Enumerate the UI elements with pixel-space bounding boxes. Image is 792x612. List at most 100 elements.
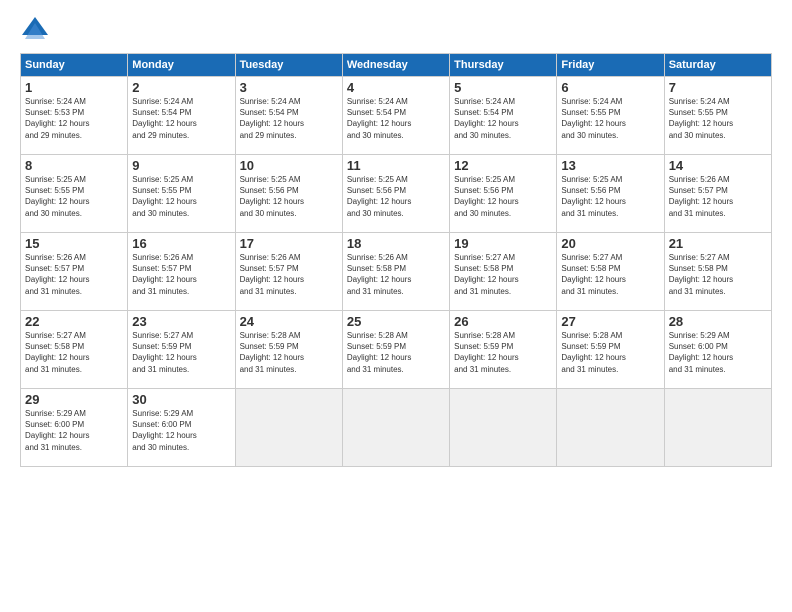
table-row bbox=[557, 389, 664, 467]
table-row: 12Sunrise: 5:25 AM Sunset: 5:56 PM Dayli… bbox=[450, 155, 557, 233]
day-number: 10 bbox=[240, 158, 338, 173]
table-row: 25Sunrise: 5:28 AM Sunset: 5:59 PM Dayli… bbox=[342, 311, 449, 389]
col-friday: Friday bbox=[557, 54, 664, 77]
day-number: 23 bbox=[132, 314, 230, 329]
table-row: 13Sunrise: 5:25 AM Sunset: 5:56 PM Dayli… bbox=[557, 155, 664, 233]
day-info: Sunrise: 5:24 AM Sunset: 5:55 PM Dayligh… bbox=[561, 96, 659, 141]
day-info: Sunrise: 5:28 AM Sunset: 5:59 PM Dayligh… bbox=[454, 330, 552, 375]
col-saturday: Saturday bbox=[664, 54, 771, 77]
table-row: 6Sunrise: 5:24 AM Sunset: 5:55 PM Daylig… bbox=[557, 77, 664, 155]
day-number: 3 bbox=[240, 80, 338, 95]
day-info: Sunrise: 5:27 AM Sunset: 5:58 PM Dayligh… bbox=[454, 252, 552, 297]
day-info: Sunrise: 5:24 AM Sunset: 5:53 PM Dayligh… bbox=[25, 96, 123, 141]
table-row: 10Sunrise: 5:25 AM Sunset: 5:56 PM Dayli… bbox=[235, 155, 342, 233]
table-row: 22Sunrise: 5:27 AM Sunset: 5:58 PM Dayli… bbox=[21, 311, 128, 389]
day-info: Sunrise: 5:29 AM Sunset: 6:00 PM Dayligh… bbox=[25, 408, 123, 453]
day-info: Sunrise: 5:26 AM Sunset: 5:57 PM Dayligh… bbox=[25, 252, 123, 297]
day-number: 19 bbox=[454, 236, 552, 251]
logo bbox=[20, 15, 54, 45]
day-info: Sunrise: 5:25 AM Sunset: 5:56 PM Dayligh… bbox=[454, 174, 552, 219]
day-number: 26 bbox=[454, 314, 552, 329]
day-info: Sunrise: 5:26 AM Sunset: 5:57 PM Dayligh… bbox=[240, 252, 338, 297]
table-row: 23Sunrise: 5:27 AM Sunset: 5:59 PM Dayli… bbox=[128, 311, 235, 389]
day-number: 20 bbox=[561, 236, 659, 251]
table-row: 5Sunrise: 5:24 AM Sunset: 5:54 PM Daylig… bbox=[450, 77, 557, 155]
table-row: 20Sunrise: 5:27 AM Sunset: 5:58 PM Dayli… bbox=[557, 233, 664, 311]
table-row bbox=[450, 389, 557, 467]
table-row bbox=[664, 389, 771, 467]
day-info: Sunrise: 5:25 AM Sunset: 5:56 PM Dayligh… bbox=[561, 174, 659, 219]
table-row: 15Sunrise: 5:26 AM Sunset: 5:57 PM Dayli… bbox=[21, 233, 128, 311]
day-number: 5 bbox=[454, 80, 552, 95]
day-info: Sunrise: 5:28 AM Sunset: 5:59 PM Dayligh… bbox=[561, 330, 659, 375]
day-info: Sunrise: 5:28 AM Sunset: 5:59 PM Dayligh… bbox=[240, 330, 338, 375]
day-number: 24 bbox=[240, 314, 338, 329]
day-number: 7 bbox=[669, 80, 767, 95]
table-row: 18Sunrise: 5:26 AM Sunset: 5:58 PM Dayli… bbox=[342, 233, 449, 311]
col-wednesday: Wednesday bbox=[342, 54, 449, 77]
table-row: 7Sunrise: 5:24 AM Sunset: 5:55 PM Daylig… bbox=[664, 77, 771, 155]
day-number: 2 bbox=[132, 80, 230, 95]
day-number: 6 bbox=[561, 80, 659, 95]
day-number: 28 bbox=[669, 314, 767, 329]
table-row bbox=[235, 389, 342, 467]
table-row: 3Sunrise: 5:24 AM Sunset: 5:54 PM Daylig… bbox=[235, 77, 342, 155]
col-thursday: Thursday bbox=[450, 54, 557, 77]
day-number: 27 bbox=[561, 314, 659, 329]
table-row: 4Sunrise: 5:24 AM Sunset: 5:54 PM Daylig… bbox=[342, 77, 449, 155]
page: Sunday Monday Tuesday Wednesday Thursday… bbox=[0, 0, 792, 612]
header bbox=[20, 15, 772, 45]
day-info: Sunrise: 5:28 AM Sunset: 5:59 PM Dayligh… bbox=[347, 330, 445, 375]
day-info: Sunrise: 5:24 AM Sunset: 5:54 PM Dayligh… bbox=[454, 96, 552, 141]
day-info: Sunrise: 5:24 AM Sunset: 5:54 PM Dayligh… bbox=[240, 96, 338, 141]
day-info: Sunrise: 5:29 AM Sunset: 6:00 PM Dayligh… bbox=[669, 330, 767, 375]
day-info: Sunrise: 5:25 AM Sunset: 5:56 PM Dayligh… bbox=[240, 174, 338, 219]
day-info: Sunrise: 5:24 AM Sunset: 5:54 PM Dayligh… bbox=[132, 96, 230, 141]
day-number: 13 bbox=[561, 158, 659, 173]
table-row: 9Sunrise: 5:25 AM Sunset: 5:55 PM Daylig… bbox=[128, 155, 235, 233]
table-row: 11Sunrise: 5:25 AM Sunset: 5:56 PM Dayli… bbox=[342, 155, 449, 233]
day-number: 22 bbox=[25, 314, 123, 329]
day-number: 8 bbox=[25, 158, 123, 173]
table-row: 17Sunrise: 5:26 AM Sunset: 5:57 PM Dayli… bbox=[235, 233, 342, 311]
col-sunday: Sunday bbox=[21, 54, 128, 77]
table-row: 24Sunrise: 5:28 AM Sunset: 5:59 PM Dayli… bbox=[235, 311, 342, 389]
day-number: 18 bbox=[347, 236, 445, 251]
col-monday: Monday bbox=[128, 54, 235, 77]
day-info: Sunrise: 5:27 AM Sunset: 5:59 PM Dayligh… bbox=[132, 330, 230, 375]
table-row bbox=[342, 389, 449, 467]
logo-icon bbox=[20, 15, 50, 45]
table-row: 27Sunrise: 5:28 AM Sunset: 5:59 PM Dayli… bbox=[557, 311, 664, 389]
day-info: Sunrise: 5:26 AM Sunset: 5:57 PM Dayligh… bbox=[669, 174, 767, 219]
day-info: Sunrise: 5:25 AM Sunset: 5:55 PM Dayligh… bbox=[25, 174, 123, 219]
day-number: 11 bbox=[347, 158, 445, 173]
day-number: 12 bbox=[454, 158, 552, 173]
day-number: 21 bbox=[669, 236, 767, 251]
day-info: Sunrise: 5:24 AM Sunset: 5:54 PM Dayligh… bbox=[347, 96, 445, 141]
table-row: 28Sunrise: 5:29 AM Sunset: 6:00 PM Dayli… bbox=[664, 311, 771, 389]
table-row: 16Sunrise: 5:26 AM Sunset: 5:57 PM Dayli… bbox=[128, 233, 235, 311]
table-row: 8Sunrise: 5:25 AM Sunset: 5:55 PM Daylig… bbox=[21, 155, 128, 233]
day-number: 9 bbox=[132, 158, 230, 173]
day-info: Sunrise: 5:27 AM Sunset: 5:58 PM Dayligh… bbox=[561, 252, 659, 297]
day-info: Sunrise: 5:24 AM Sunset: 5:55 PM Dayligh… bbox=[669, 96, 767, 141]
table-row: 29Sunrise: 5:29 AM Sunset: 6:00 PM Dayli… bbox=[21, 389, 128, 467]
col-tuesday: Tuesday bbox=[235, 54, 342, 77]
day-info: Sunrise: 5:27 AM Sunset: 5:58 PM Dayligh… bbox=[25, 330, 123, 375]
day-info: Sunrise: 5:29 AM Sunset: 6:00 PM Dayligh… bbox=[132, 408, 230, 453]
table-row: 14Sunrise: 5:26 AM Sunset: 5:57 PM Dayli… bbox=[664, 155, 771, 233]
day-number: 14 bbox=[669, 158, 767, 173]
table-row: 19Sunrise: 5:27 AM Sunset: 5:58 PM Dayli… bbox=[450, 233, 557, 311]
table-row: 1Sunrise: 5:24 AM Sunset: 5:53 PM Daylig… bbox=[21, 77, 128, 155]
table-row: 30Sunrise: 5:29 AM Sunset: 6:00 PM Dayli… bbox=[128, 389, 235, 467]
day-number: 29 bbox=[25, 392, 123, 407]
day-number: 4 bbox=[347, 80, 445, 95]
day-number: 15 bbox=[25, 236, 123, 251]
day-info: Sunrise: 5:26 AM Sunset: 5:58 PM Dayligh… bbox=[347, 252, 445, 297]
day-number: 30 bbox=[132, 392, 230, 407]
day-number: 1 bbox=[25, 80, 123, 95]
table-row: 21Sunrise: 5:27 AM Sunset: 5:58 PM Dayli… bbox=[664, 233, 771, 311]
day-number: 16 bbox=[132, 236, 230, 251]
day-number: 17 bbox=[240, 236, 338, 251]
calendar: Sunday Monday Tuesday Wednesday Thursday… bbox=[20, 53, 772, 467]
